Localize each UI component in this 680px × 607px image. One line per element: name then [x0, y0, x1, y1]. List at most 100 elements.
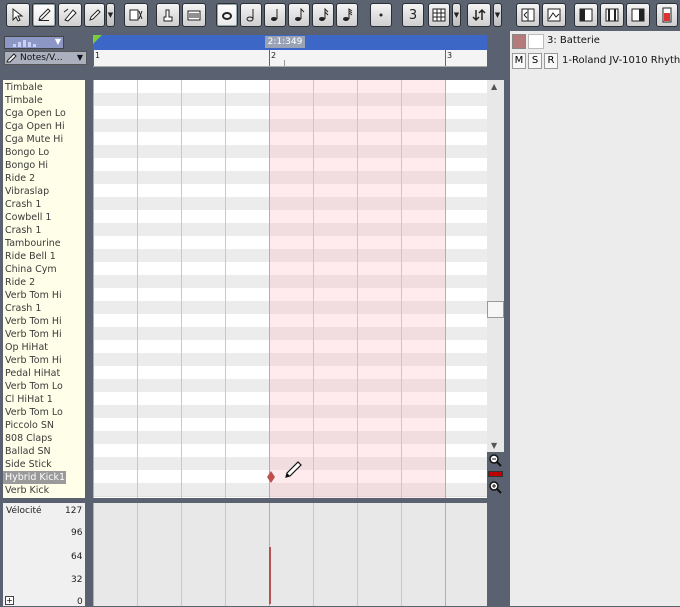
grid-beat-line — [93, 80, 94, 498]
velocity-beat-line — [93, 503, 94, 606]
scrollbar-thumb[interactable] — [487, 301, 504, 318]
track-panel — [510, 31, 680, 606]
mute-tool-button[interactable] — [124, 3, 148, 27]
grid-beat-line — [313, 80, 314, 498]
drum-key-name[interactable]: Ride 2 — [3, 172, 85, 185]
sixteenth-note-button[interactable] — [312, 3, 334, 27]
drum-key-name[interactable]: Bongo Lo — [3, 146, 85, 159]
drum-key-name[interactable]: Op HiHat — [3, 341, 85, 354]
meter-icon — [662, 7, 672, 23]
controller-dropdown-label: Notes/V... — [20, 53, 63, 63]
drum-key-name[interactable]: Cga Open Hi — [3, 120, 85, 133]
ruler-tick — [445, 50, 446, 66]
grid-button[interactable] — [428, 3, 450, 27]
drum-key-name[interactable]: Crash 1 — [3, 198, 85, 211]
tuplet-button[interactable]: 3 — [402, 3, 424, 27]
mute-button[interactable]: M — [512, 53, 526, 69]
zoom-in-icon[interactable] — [488, 480, 503, 495]
chevron-down-icon: ▼ — [107, 11, 114, 19]
erase-tool-button[interactable] — [58, 3, 82, 27]
drum-key-name[interactable]: Verb Kick — [3, 484, 85, 497]
loop-start-marker-icon[interactable] — [93, 35, 103, 45]
erase-tool-icon — [63, 8, 77, 22]
expand-icon[interactable]: + — [5, 596, 14, 605]
grid-beat-line — [445, 80, 446, 498]
velocity-lane[interactable] — [93, 503, 487, 606]
scroll-down-icon[interactable]: ▼ — [491, 441, 497, 450]
eighth-note-button[interactable] — [288, 3, 310, 27]
mute-tool-icon — [129, 9, 143, 21]
zoom-slider[interactable] — [488, 471, 503, 477]
sort-button[interactable] — [467, 3, 491, 27]
select-tool-button[interactable] — [6, 3, 30, 27]
drum-key-name[interactable]: Cga Mute Hi — [3, 133, 85, 146]
drum-key-name[interactable]: Pedal HiHat — [3, 367, 85, 380]
drum-key-name[interactable]: Cga Open Lo — [3, 107, 85, 120]
drum-key-name[interactable]: Vibraslap — [3, 185, 85, 198]
drum-key-name[interactable]: Timbale — [3, 94, 85, 107]
drum-map-button[interactable] — [182, 3, 206, 27]
snap-dropdown[interactable]: ▼ — [4, 36, 64, 49]
layout-left-button[interactable] — [574, 3, 598, 27]
piano-roll-grid[interactable] — [93, 80, 487, 498]
drum-key-name[interactable]: China Cym — [3, 263, 85, 276]
drum-key-name[interactable]: Verb Tom Hi — [3, 328, 85, 341]
drum-key-name[interactable]: Side Stick — [3, 458, 85, 471]
draw-tool-button[interactable] — [32, 3, 56, 27]
drum-key-name[interactable]: 808 Claps — [3, 432, 85, 445]
drum-hit-note[interactable] — [267, 471, 275, 483]
view-mountain-button[interactable] — [542, 3, 566, 27]
drum-key-name[interactable]: Verb Tom Hi — [3, 315, 85, 328]
drum-key-name[interactable]: Verb Tom Hi — [3, 289, 85, 302]
zoom-out-icon[interactable] — [488, 453, 503, 468]
drum-key-name[interactable]: Cl HiHat 1 — [3, 393, 85, 406]
drum-key-name[interactable]: Crash 1 — [3, 224, 85, 237]
dot-icon — [379, 13, 383, 17]
whole-note-button[interactable] — [216, 3, 238, 27]
chevron-down-icon: ▼ — [453, 11, 460, 19]
scrub-tool-button[interactable] — [156, 3, 180, 27]
sort-dropdown[interactable]: ▼ — [493, 3, 502, 27]
drum-key-name[interactable]: Verb Tom Lo — [3, 406, 85, 419]
velocity-bar[interactable] — [269, 547, 271, 604]
thirtysecond-note-button[interactable] — [336, 3, 358, 27]
velocity-tick: 127 — [65, 506, 83, 516]
drum-key-name[interactable]: Verb Tom Hi — [3, 354, 85, 367]
track-output[interactable]: 1-Roland JV-1010 Rhyth — [562, 55, 680, 66]
controller-dropdown[interactable]: Notes/V... ▼ — [4, 51, 87, 65]
ruler-bars[interactable] — [93, 50, 487, 67]
pen-tool-button[interactable] — [84, 3, 105, 27]
layout-right-icon — [631, 8, 645, 22]
drum-key-name[interactable]: Ballad SN — [3, 445, 85, 458]
layout-right-button[interactable] — [626, 3, 650, 27]
view-left-button[interactable] — [516, 3, 540, 27]
ruler-bar-label: 1 — [95, 51, 101, 60]
scroll-up-icon[interactable]: ▲ — [491, 82, 497, 91]
velocity-tick: 64 — [71, 552, 83, 562]
quarter-note-icon — [271, 9, 278, 21]
layout-left-icon — [579, 8, 593, 22]
half-note-button[interactable] — [240, 3, 262, 27]
drum-key-name[interactable]: Verb Tom Lo — [3, 380, 85, 393]
vertical-scrollbar[interactable]: ▲ ▼ — [487, 80, 504, 452]
pen-tool-dropdown[interactable]: ▼ — [106, 3, 115, 27]
drum-key-name[interactable]: Tambourine — [3, 237, 85, 250]
grid-dropdown[interactable]: ▼ — [452, 3, 461, 27]
layout-center-button[interactable] — [600, 3, 624, 27]
drum-key-name[interactable]: Timbale — [3, 81, 85, 94]
drum-key-name[interactable]: Piccolo SN — [3, 419, 85, 432]
drum-key-name[interactable]: Bongo Hi — [3, 159, 85, 172]
solo-button[interactable]: S — [528, 53, 542, 69]
sixteenth-note-icon — [319, 7, 329, 21]
ruler-bar-label: 3 — [447, 51, 453, 60]
drum-key-name[interactable]: Cowbell 1 — [3, 211, 85, 224]
drum-key-name[interactable]: Crash 1 — [3, 302, 85, 315]
drum-key-name[interactable]: Ride Bell 1 — [3, 250, 85, 263]
velocity-beat-line — [225, 503, 226, 606]
drum-key-name[interactable]: Hybrid Kick1 — [3, 471, 66, 484]
quarter-note-button[interactable] — [264, 3, 286, 27]
meter-button[interactable] — [656, 3, 678, 27]
record-button[interactable]: R — [544, 53, 558, 69]
drum-key-name[interactable]: Ride 2 — [3, 276, 85, 289]
dotted-button[interactable] — [370, 3, 392, 27]
